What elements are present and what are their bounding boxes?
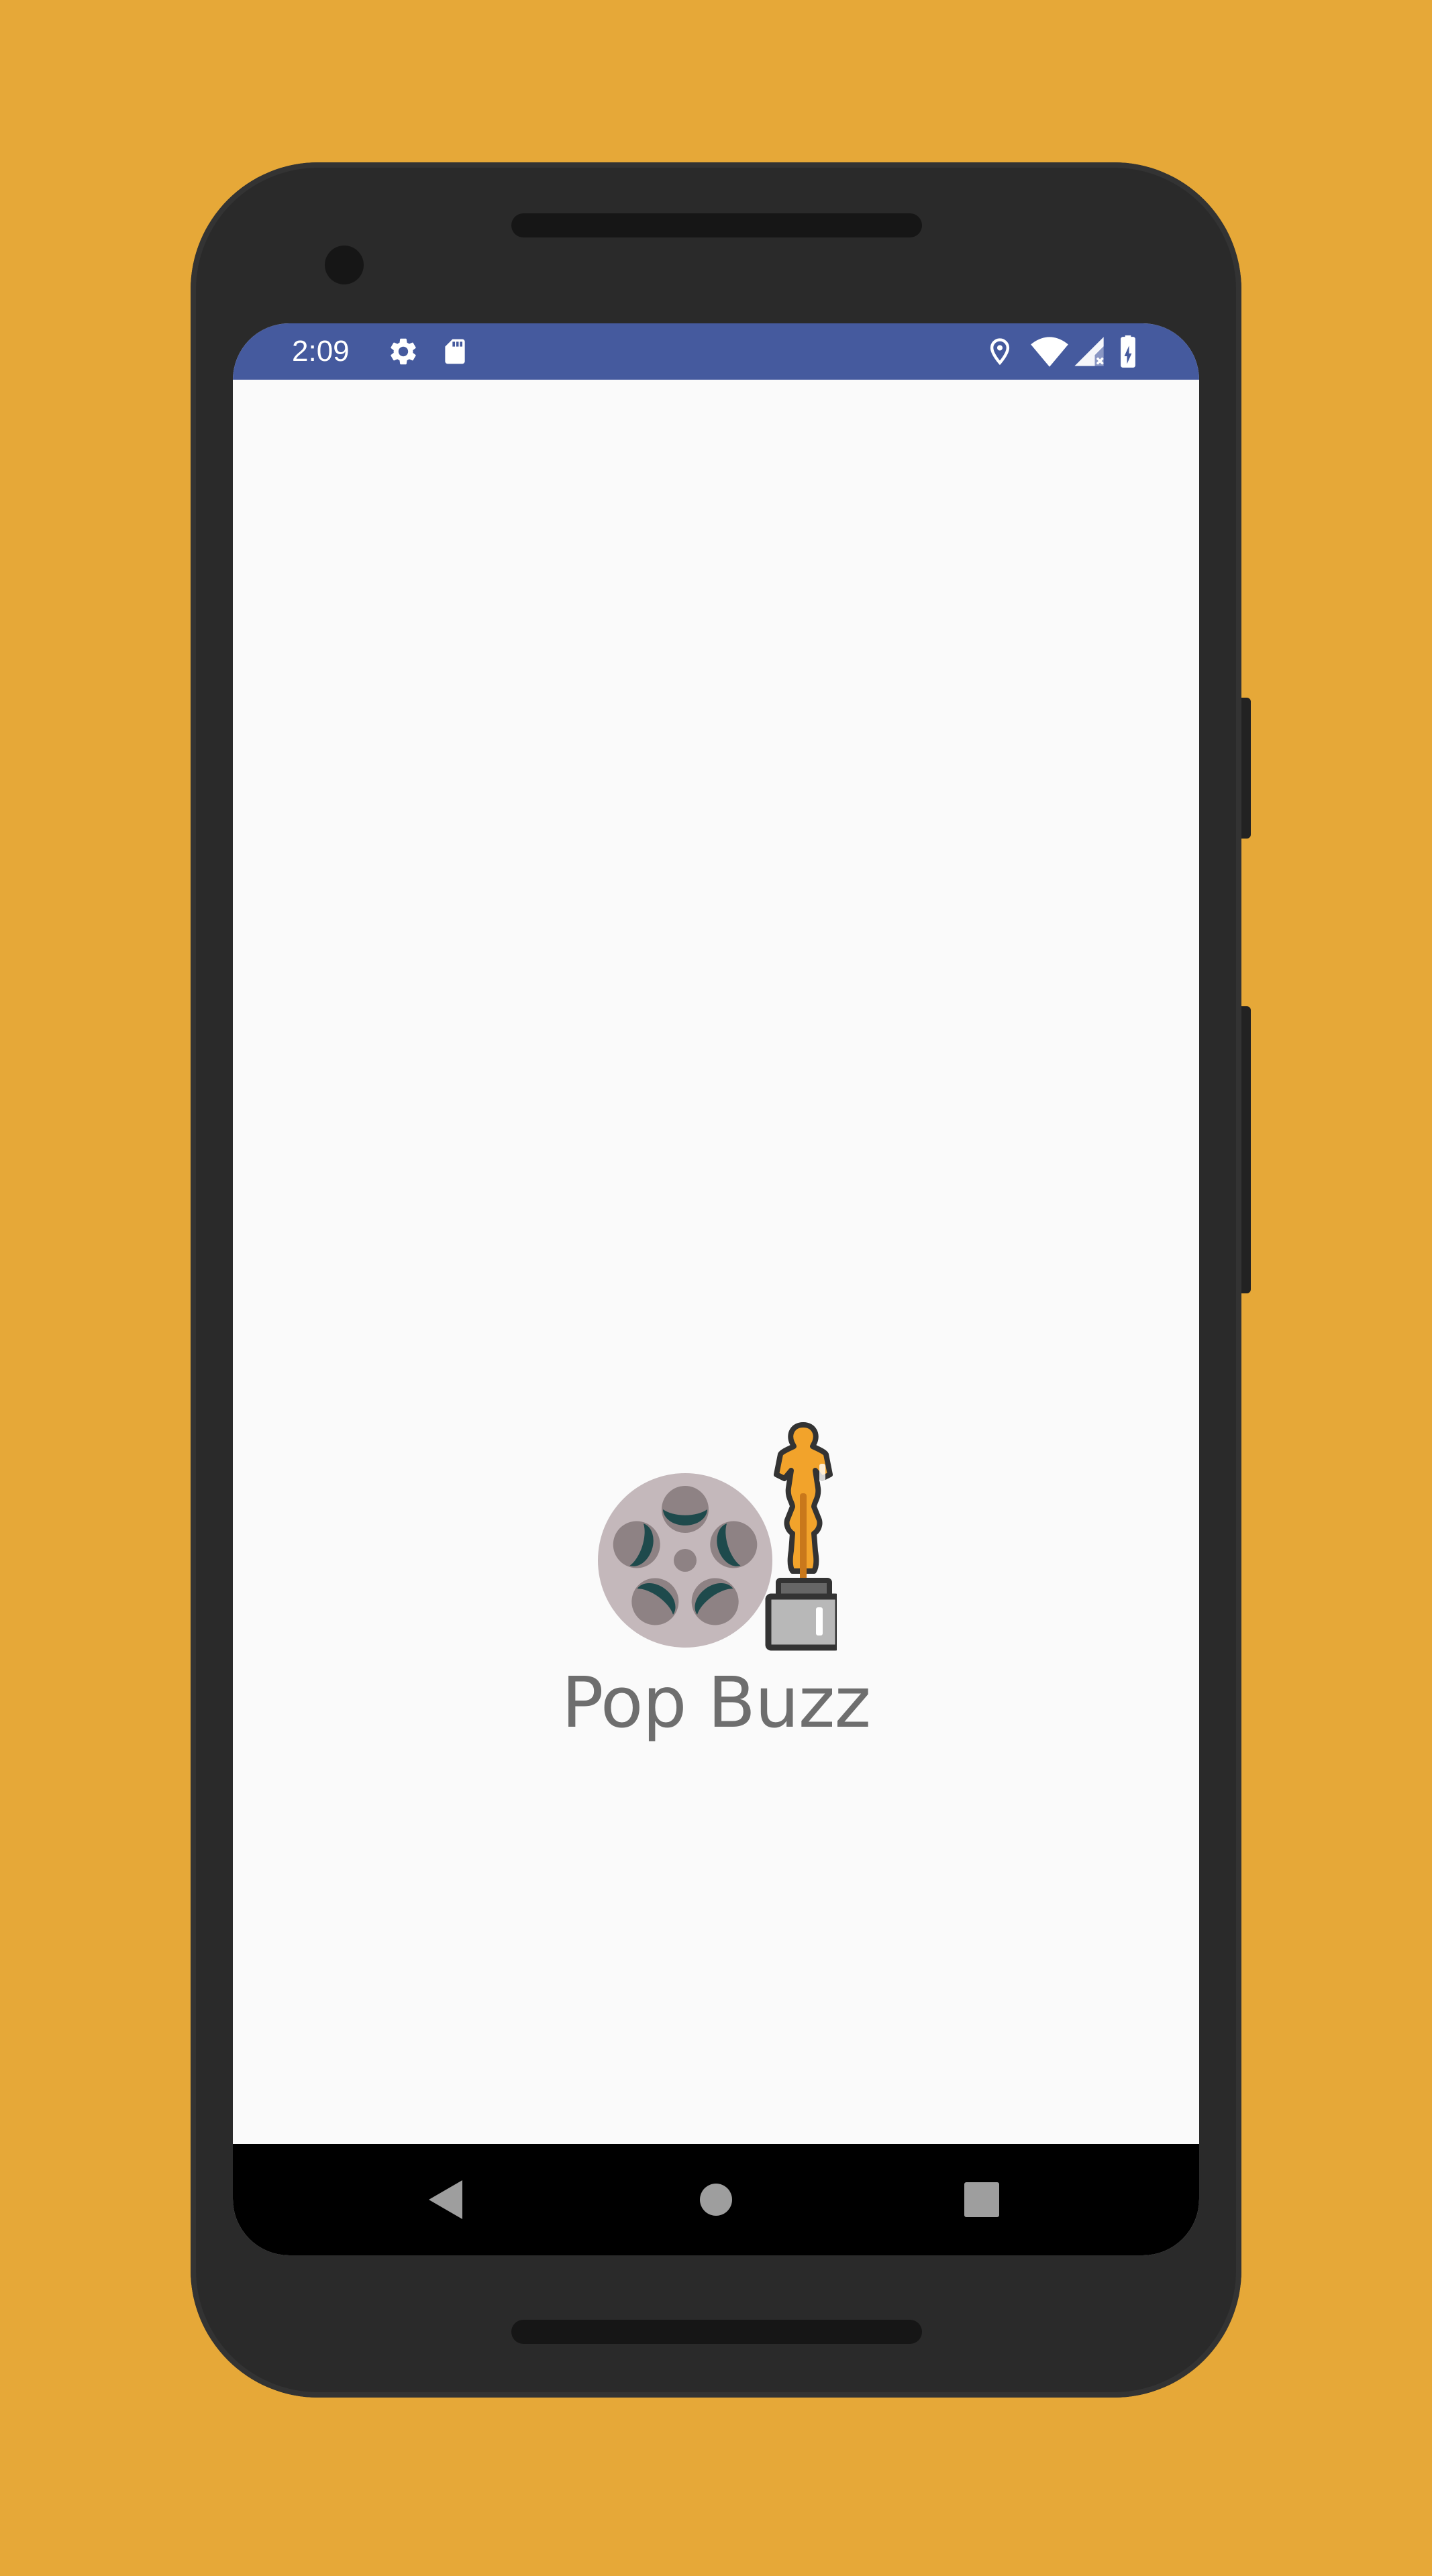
splash-screen xyxy=(233,380,1199,2144)
app-logo xyxy=(595,1421,841,1656)
gear-icon xyxy=(385,323,422,380)
back-icon[interactable] xyxy=(391,2144,499,2255)
status-time: 2:09 xyxy=(292,335,350,368)
status-bar: 2:09 xyxy=(233,323,1199,380)
bottom-speaker xyxy=(511,2320,922,2344)
trophy-statuette-icon xyxy=(765,1422,841,1651)
navigation-bar xyxy=(233,2144,1199,2255)
front-camera xyxy=(325,246,364,284)
device-screen: 2:09 Pop Buzz xyxy=(233,323,1199,2255)
wifi-icon xyxy=(1027,323,1072,380)
power-button xyxy=(1241,698,1251,839)
volume-button xyxy=(1241,1006,1251,1293)
earpiece-speaker xyxy=(511,213,922,237)
location-icon xyxy=(983,323,1017,380)
battery-charging-icon xyxy=(1112,323,1144,380)
film-reel-icon xyxy=(598,1473,772,1648)
home-icon[interactable] xyxy=(662,2144,770,2255)
app-title: Pop Buzz xyxy=(561,1662,871,1743)
cell-signal-no-service-icon xyxy=(1070,323,1108,380)
recents-icon[interactable] xyxy=(928,2144,1035,2255)
sd-card-icon xyxy=(438,323,472,380)
